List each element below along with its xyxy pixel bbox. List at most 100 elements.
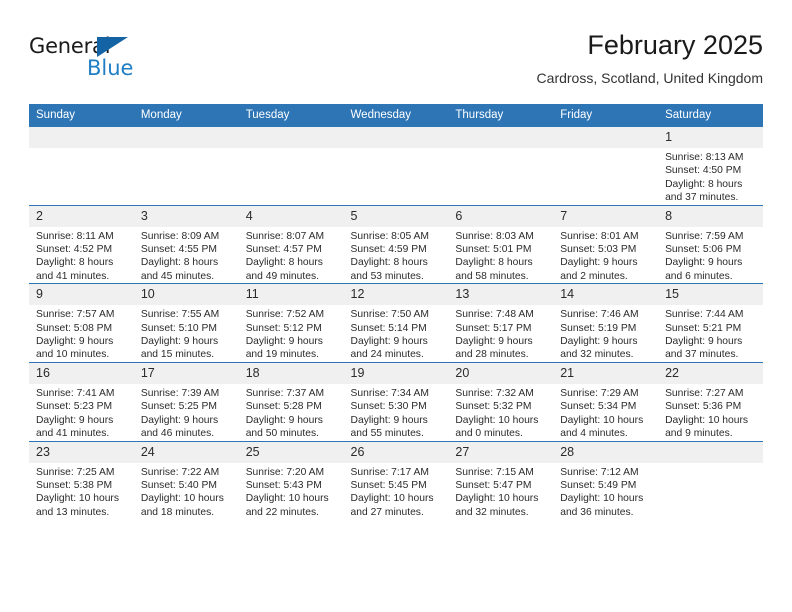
calendar-day-cell[interactable]: 10 Sunrise: 7:55 AM Sunset: 5:10 PM Dayligh… (133, 283, 239, 363)
day-details: Sunrise: 7:57 AM Sunset: 5:08 PM Daylight:… (29, 305, 134, 362)
calendar-day-cell[interactable]: 28 Sunrise: 7:12 AM Sunset: 5:49 PM Dayligh… (553, 440, 659, 520)
sunrise-text: Sunrise: 7:17 AM (350, 466, 429, 478)
day-number: 4 (238, 205, 344, 227)
daylight-text: Daylight: 9 hours and 41 minutes. (36, 414, 114, 440)
calendar-day-cell[interactable]: 17 Sunrise: 7:39 AM Sunset: 5:25 PM Dayligh… (133, 361, 239, 441)
sunrise-text: Sunrise: 7:55 AM (140, 309, 220, 321)
day-details: Sunrise: 7:22 AM Sunset: 5:40 PM Daylight:… (134, 463, 239, 520)
calendar-day-cell[interactable]: 7 Sunrise: 8:01 AM Sunset: 5:03 PM Daylight… (553, 204, 659, 284)
sunset-text: Sunset: 5:38 PM (36, 479, 113, 491)
daylight-text: Daylight: 9 hours and 6 minutes. (665, 257, 743, 282)
calendar-day-cell[interactable]: 14 Sunrise: 7:46 AM Sunset: 5:19 PM Dayligh… (553, 283, 659, 363)
day-number: 19 (343, 362, 449, 384)
calendar-day-cell-empty (553, 127, 659, 205)
calendar-day-cell[interactable]: 2 Sunrise: 8:11 AM Sunset: 4:52 PM Daylight… (29, 204, 134, 284)
day-number: 15 (658, 284, 763, 306)
weekday-header-saturday: Saturday (658, 104, 763, 127)
general-blue-logo: General Blue (29, 34, 149, 82)
weekday-header-tuesday: Tuesday (238, 104, 344, 127)
sunrise-text: Sunrise: 7:46 AM (560, 309, 639, 321)
calendar-day-cell[interactable]: 9 Sunrise: 7:57 AM Sunset: 5:08 PM Daylight… (29, 283, 134, 363)
sunrise-text: Sunrise: 7:34 AM (350, 387, 429, 399)
sunrise-text: Sunrise: 8:13 AM (665, 152, 744, 163)
calendar-day-cell-empty (343, 127, 449, 205)
calendar-day-cell[interactable]: 15 Sunrise: 7:44 AM Sunset: 5:21 PM Dayligh… (658, 283, 763, 363)
calendar-day-cell[interactable]: 16 Sunrise: 7:41 AM Sunset: 5:23 PM Dayligh… (29, 361, 134, 441)
day-details: Sunrise: 7:55 AM Sunset: 5:10 PM Daylight:… (134, 305, 239, 362)
day-details: Sunrise: 7:17 AM Sunset: 5:45 PM Daylight:… (344, 463, 449, 520)
sunset-text: Sunset: 5:45 PM (350, 479, 427, 491)
logo-triangle-icon (97, 37, 128, 57)
day-details: Sunrise: 7:20 AM Sunset: 5:43 PM Daylight:… (239, 463, 344, 520)
calendar-day-cell[interactable]: 27 Sunrise: 7:15 AM Sunset: 5:47 PM Dayligh… (448, 440, 554, 520)
calendar-day-cell-empty (29, 127, 134, 205)
sunrise-text: Sunrise: 7:25 AM (36, 466, 115, 478)
calendar-day-cell[interactable]: 21 Sunrise: 7:29 AM Sunset: 5:34 PM Dayligh… (553, 361, 659, 441)
calendar-day-cell[interactable]: 18 Sunrise: 7:37 AM Sunset: 5:28 PM Dayligh… (238, 361, 344, 441)
calendar-day-cell[interactable]: 1 Sunrise: 8:13 AM Sunset: 4:50 PM Daylight… (658, 127, 763, 205)
daylight-text: Daylight: 10 hours and 18 minutes. (140, 493, 224, 518)
daylight-text: Daylight: 10 hours and 27 minutes. (350, 493, 434, 518)
sunset-text: Sunset: 5:19 PM (560, 322, 637, 334)
sunset-text: Sunset: 5:23 PM (36, 401, 113, 413)
calendar-day-cell[interactable]: 11 Sunrise: 7:52 AM Sunset: 5:12 PM Dayligh… (238, 283, 344, 363)
sunset-text: Sunset: 4:59 PM (350, 244, 427, 256)
daylight-text: Daylight: 8 hours and 45 minutes. (140, 257, 219, 282)
sunset-text: Sunset: 5:49 PM (560, 479, 637, 491)
calendar-week-row: 1 Sunrise: 8:13 AM Sunset: 4:50 PM Daylight… (29, 127, 763, 205)
calendar-day-cell[interactable]: 25 Sunrise: 7:20 AM Sunset: 5:43 PM Dayligh… (238, 440, 344, 520)
sunrise-text: Sunrise: 7:22 AM (140, 466, 220, 478)
daylight-text: Daylight: 9 hours and 10 minutes. (36, 336, 114, 361)
calendar-day-cell[interactable]: 22 Sunrise: 7:27 AM Sunset: 5:36 PM Dayligh… (658, 361, 763, 441)
calendar-week-row: 9 Sunrise: 7:57 AM Sunset: 5:08 PM Daylight… (29, 283, 763, 363)
calendar-page: General Blue February 2025 Cardross, Sco… (0, 0, 792, 612)
sunrise-text: Sunrise: 7:39 AM (140, 387, 220, 399)
calendar-day-cell[interactable]: 6 Sunrise: 8:03 AM Sunset: 5:01 PM Daylight… (448, 204, 554, 284)
sunset-text: Sunset: 5:14 PM (350, 322, 427, 334)
calendar-week-row: 23 Sunrise: 7:25 AM Sunset: 5:38 PM Dayligh… (29, 440, 763, 520)
calendar-day-cell[interactable]: 20 Sunrise: 7:32 AM Sunset: 5:32 PM Dayligh… (448, 361, 554, 441)
weekday-header-thursday: Thursday (448, 104, 554, 127)
sunset-text: Sunset: 4:50 PM (665, 165, 742, 177)
sunrise-text: Sunrise: 7:27 AM (665, 387, 744, 399)
day-details: Sunrise: 7:25 AM Sunset: 5:38 PM Daylight:… (29, 463, 134, 520)
day-details: Sunrise: 8:13 AM Sunset: 4:50 PM Daylight:… (658, 148, 763, 205)
calendar-day-cell[interactable]: 24 Sunrise: 7:22 AM Sunset: 5:40 PM Dayligh… (133, 440, 239, 520)
calendar-day-cell[interactable]: 13 Sunrise: 7:48 AM Sunset: 5:17 PM Dayligh… (448, 283, 554, 363)
calendar-day-cell[interactable]: 5 Sunrise: 8:05 AM Sunset: 4:59 PM Daylight… (343, 204, 449, 284)
sunset-text: Sunset: 5:30 PM (350, 401, 427, 413)
day-details: Sunrise: 8:03 AM Sunset: 5:01 PM Daylight:… (448, 227, 553, 284)
calendar-day-cell[interactable]: 8 Sunrise: 7:59 AM Sunset: 5:06 PM Daylight… (658, 204, 763, 284)
sunset-text: Sunset: 5:17 PM (455, 322, 532, 334)
weekday-header-sunday: Sunday (29, 104, 134, 127)
sunset-text: Sunset: 5:32 PM (455, 401, 532, 413)
sunset-text: Sunset: 5:01 PM (455, 244, 532, 256)
weekday-header-wednesday: Wednesday (343, 104, 449, 127)
sunset-text: Sunset: 5:43 PM (245, 479, 322, 491)
day-details: Sunrise: 8:05 AM Sunset: 4:59 PM Daylight:… (344, 227, 449, 284)
daylight-text: Daylight: 10 hours and 13 minutes. (36, 493, 119, 518)
day-number: 14 (553, 284, 659, 306)
day-details: Sunrise: 7:50 AM Sunset: 5:14 PM Daylight:… (344, 305, 449, 362)
calendar-day-cell[interactable]: 23 Sunrise: 7:25 AM Sunset: 5:38 PM Dayligh… (29, 440, 134, 520)
day-details: Sunrise: 8:11 AM Sunset: 4:52 PM Daylight:… (29, 227, 134, 284)
day-details: Sunrise: 8:09 AM Sunset: 4:55 PM Daylight:… (134, 227, 239, 284)
sunset-text: Sunset: 5:25 PM (140, 401, 217, 413)
daylight-text: Daylight: 9 hours and 28 minutes. (455, 336, 533, 361)
calendar-day-cell[interactable]: 3 Sunrise: 8:09 AM Sunset: 4:55 PM Daylight… (133, 204, 239, 284)
day-details: Sunrise: 7:59 AM Sunset: 5:06 PM Daylight:… (658, 227, 763, 284)
calendar-day-cell[interactable]: 19 Sunrise: 7:34 AM Sunset: 5:30 PM Dayligh… (343, 361, 449, 441)
calendar-day-cell[interactable]: 4 Sunrise: 8:07 AM Sunset: 4:57 PM Daylight… (238, 204, 344, 284)
day-details: Sunrise: 7:46 AM Sunset: 5:19 PM Daylight:… (553, 305, 658, 362)
calendar-day-cell[interactable]: 12 Sunrise: 7:50 AM Sunset: 5:14 PM Dayligh… (343, 283, 449, 363)
day-details: Sunrise: 7:27 AM Sunset: 5:36 PM Daylight:… (658, 384, 763, 441)
calendar-day-cell[interactable]: 26 Sunrise: 7:17 AM Sunset: 5:45 PM Dayligh… (343, 440, 449, 520)
daylight-text: Daylight: 8 hours and 58 minutes. (455, 257, 533, 282)
day-number: 1 (658, 127, 763, 148)
daylight-text: Daylight: 10 hours and 36 minutes. (560, 493, 644, 518)
day-number (658, 441, 763, 463)
sunrise-text: Sunrise: 8:07 AM (245, 230, 325, 242)
daylight-text: Daylight: 10 hours and 32 minutes. (455, 493, 539, 518)
day-number: 18 (238, 362, 344, 384)
sunset-text: Sunset: 5:03 PM (560, 244, 637, 256)
